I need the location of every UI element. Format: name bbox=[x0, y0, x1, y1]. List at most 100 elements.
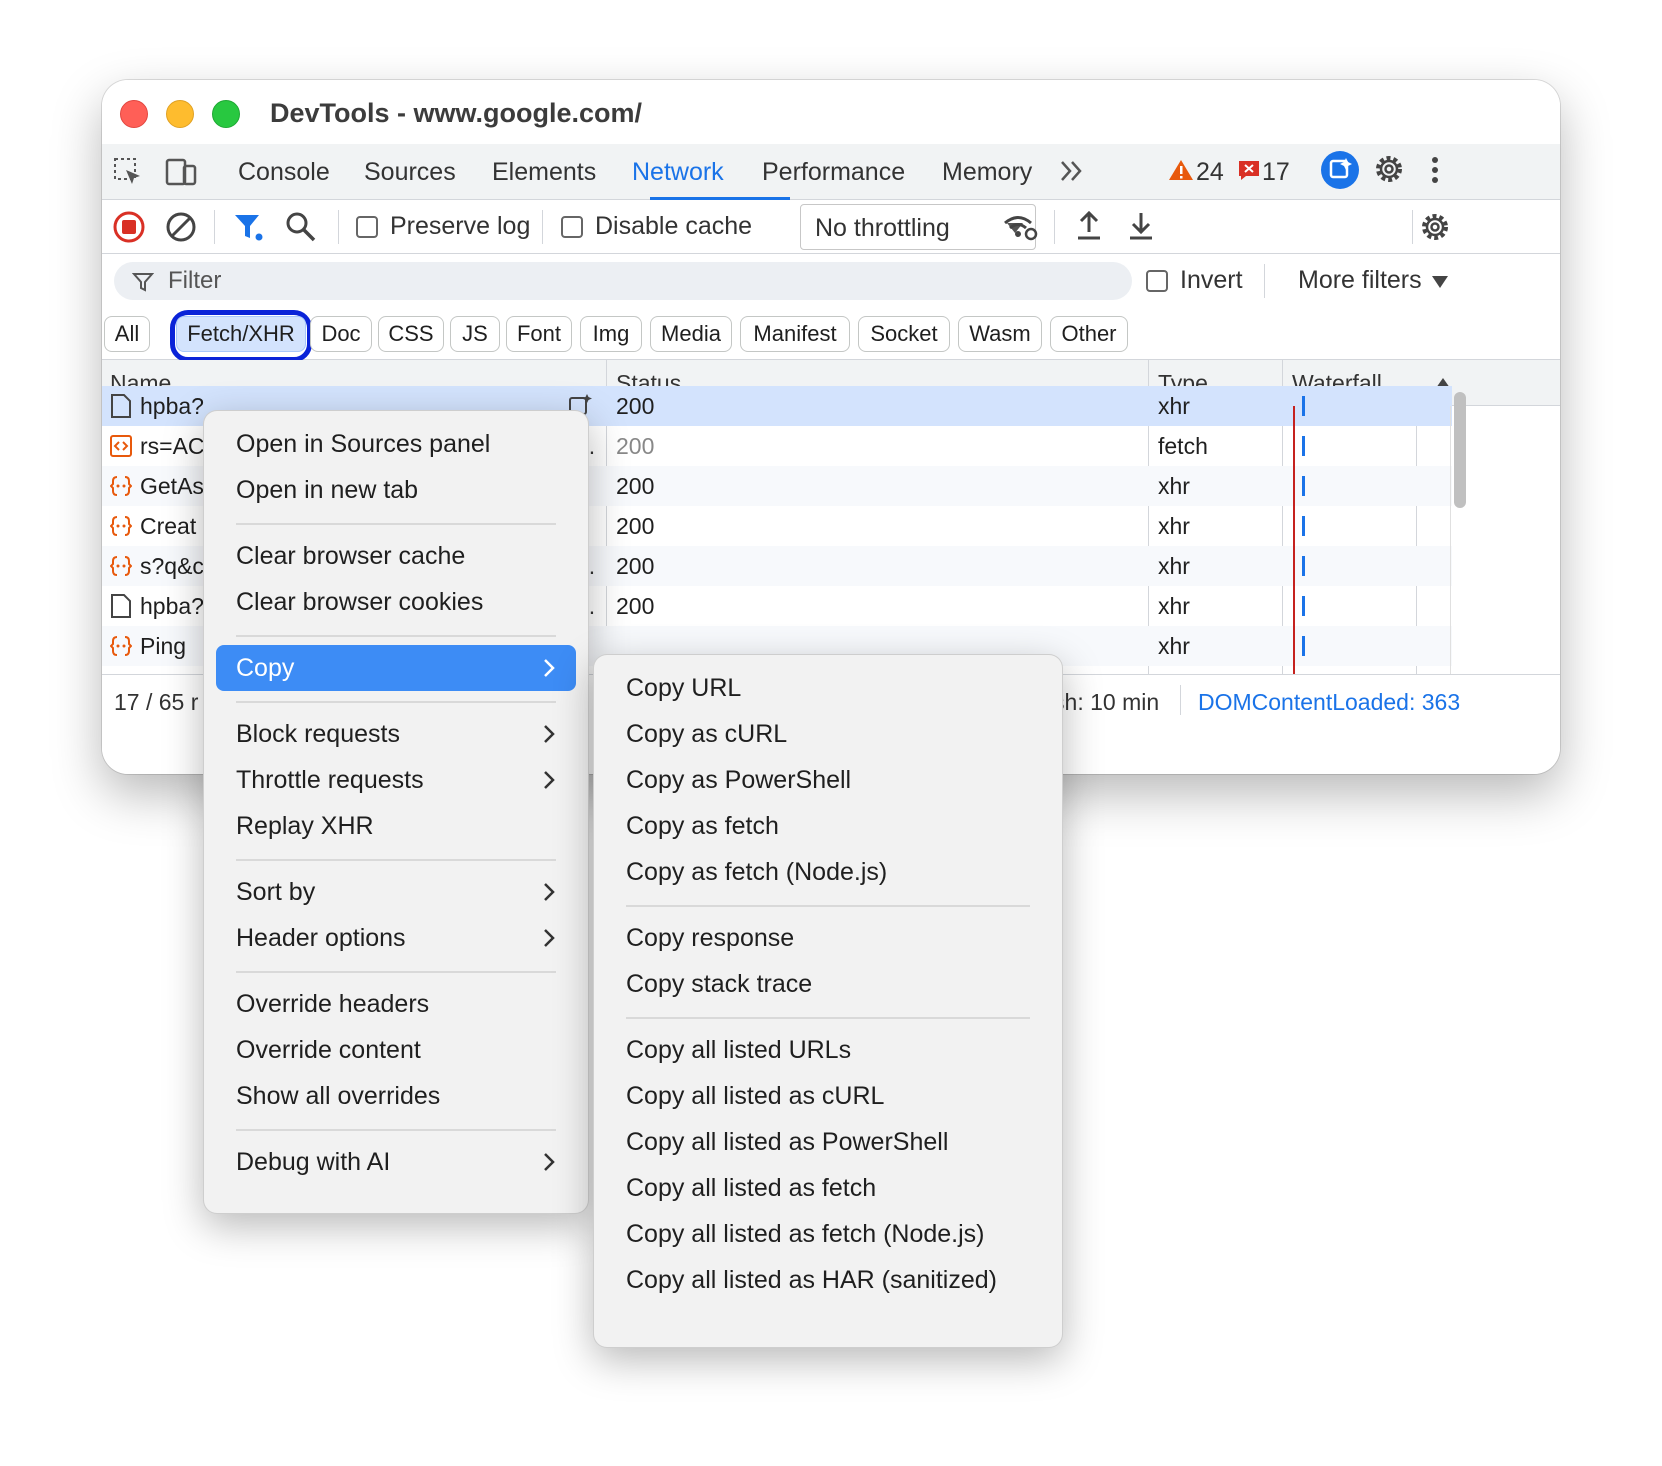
request-type: fetch bbox=[1158, 433, 1208, 459]
more-filters-button[interactable]: More filters bbox=[1298, 266, 1422, 295]
network-conditions-wifi-icon[interactable] bbox=[1002, 212, 1038, 242]
preserve-log-label[interactable]: Preserve log bbox=[390, 212, 530, 241]
chip-img[interactable]: Img bbox=[580, 316, 642, 352]
request-type: xhr bbox=[1158, 633, 1190, 659]
menu-item-debug-with-ai[interactable]: Debug with AI bbox=[216, 1139, 576, 1185]
chip-other[interactable]: Other bbox=[1050, 316, 1128, 352]
title-bar: DevTools - www.google.com/ bbox=[102, 80, 1560, 144]
chip-all[interactable]: All bbox=[104, 316, 150, 352]
tab-sources[interactable]: Sources bbox=[364, 158, 456, 187]
menu-item-copy-all-listed-as-curl[interactable]: Copy all listed as cURL bbox=[606, 1073, 1050, 1119]
menu-item-header-options[interactable]: Header options bbox=[216, 915, 576, 961]
search-icon[interactable] bbox=[284, 210, 318, 244]
minimize-window-button[interactable] bbox=[166, 100, 194, 128]
menu-item-open-in-sources-panel[interactable]: Open in Sources panel bbox=[216, 421, 576, 467]
menu-item-open-in-new-tab[interactable]: Open in new tab bbox=[216, 467, 576, 513]
menu-item-copy-all-listed-as-har-sanitized[interactable]: Copy all listed as HAR (sanitized) bbox=[606, 1257, 1050, 1303]
invert-label[interactable]: Invert bbox=[1180, 266, 1243, 295]
chip-fetch-xhr[interactable]: Fetch/XHR bbox=[176, 316, 306, 352]
menu-item-copy-all-listed-as-fetch-nodejs[interactable]: Copy all listed as fetch (Node.js) bbox=[606, 1211, 1050, 1257]
menu-item-copy-all-listed-as-powershell[interactable]: Copy all listed as PowerShell bbox=[606, 1119, 1050, 1165]
chip-wasm[interactable]: Wasm bbox=[958, 316, 1042, 352]
request-type: xhr bbox=[1158, 513, 1190, 539]
menu-separator bbox=[236, 971, 556, 973]
more-filters-dropdown-icon[interactable] bbox=[1432, 276, 1448, 288]
tab-memory[interactable]: Memory bbox=[942, 158, 1032, 187]
request-status: 200 bbox=[616, 393, 655, 419]
preserve-log-checkbox[interactable] bbox=[356, 216, 378, 238]
error-count[interactable]: 17 bbox=[1262, 158, 1290, 187]
disable-cache-checkbox[interactable] bbox=[561, 216, 583, 238]
chip-css[interactable]: CSS bbox=[378, 316, 444, 352]
menu-item-copy-all-listed-urls[interactable]: Copy all listed URLs bbox=[606, 1027, 1050, 1073]
request-name: hpba? bbox=[140, 593, 204, 619]
ai-assistance-icon[interactable] bbox=[1320, 150, 1360, 190]
settings-gear-icon[interactable] bbox=[1372, 152, 1406, 186]
zoom-window-button[interactable] bbox=[212, 100, 240, 128]
menu-item-override-headers[interactable]: Override headers bbox=[216, 981, 576, 1027]
menu-item-copy-as-fetch-nodejs[interactable]: Copy as fetch (Node.js) bbox=[606, 849, 1050, 895]
filter-placeholder: Filter bbox=[168, 267, 222, 294]
menu-separator bbox=[236, 635, 556, 637]
close-window-button[interactable] bbox=[120, 100, 148, 128]
tab-network[interactable]: Network bbox=[632, 158, 724, 187]
menu-item-copy[interactable]: Copy bbox=[216, 645, 576, 691]
scrollbar-thumb[interactable] bbox=[1454, 392, 1466, 508]
chip-js[interactable]: JS bbox=[450, 316, 500, 352]
chip-doc[interactable]: Doc bbox=[310, 316, 372, 352]
request-name: GetAs bbox=[140, 473, 204, 499]
chip-font[interactable]: Font bbox=[506, 316, 572, 352]
menu-item-sort-by[interactable]: Sort by bbox=[216, 869, 576, 915]
menu-item-copy-url[interactable]: Copy URL bbox=[606, 665, 1050, 711]
submenu-arrow-icon bbox=[544, 883, 555, 901]
menu-item-show-all-overrides[interactable]: Show all overrides bbox=[216, 1073, 576, 1119]
menu-separator bbox=[236, 701, 556, 703]
filter-funnel-icon[interactable] bbox=[232, 210, 266, 244]
request-type: xhr bbox=[1158, 473, 1190, 499]
stop-recording-icon[interactable] bbox=[112, 210, 146, 244]
filter-bar: Filter Invert More filters bbox=[102, 254, 1560, 306]
tab-elements[interactable]: Elements bbox=[492, 158, 596, 187]
window-title: DevTools - www.google.com/ bbox=[270, 98, 643, 128]
json-icon bbox=[110, 476, 132, 496]
export-har-download-icon[interactable] bbox=[1126, 210, 1156, 242]
submenu-arrow-icon bbox=[544, 929, 555, 947]
tab-console[interactable]: Console bbox=[238, 158, 330, 187]
chip-socket[interactable]: Socket bbox=[858, 316, 950, 352]
request-name: Ping bbox=[140, 633, 187, 659]
menu-item-replay-xhr[interactable]: Replay XHR bbox=[216, 803, 576, 849]
inspect-element-icon[interactable] bbox=[112, 156, 144, 188]
json-icon bbox=[110, 516, 132, 536]
menu-item-clear-browser-cache[interactable]: Clear browser cache bbox=[216, 533, 576, 579]
filter-input[interactable]: Filter bbox=[114, 262, 1132, 300]
menu-item-copy-as-fetch[interactable]: Copy as fetch bbox=[606, 803, 1050, 849]
menu-item-copy-response[interactable]: Copy response bbox=[606, 915, 1050, 961]
warning-count[interactable]: 24 bbox=[1196, 158, 1224, 187]
menu-item-override-content[interactable]: Override content bbox=[216, 1027, 576, 1073]
clear-log-icon[interactable] bbox=[164, 210, 198, 244]
import-har-upload-icon[interactable] bbox=[1074, 210, 1104, 242]
menu-item-copy-stack-trace[interactable]: Copy stack trace bbox=[606, 961, 1050, 1007]
more-options-kebab-icon[interactable] bbox=[1428, 154, 1442, 186]
waterfall-bar bbox=[1302, 556, 1305, 576]
menu-item-throttle-requests[interactable]: Throttle requests bbox=[216, 757, 576, 803]
waterfall-bar bbox=[1302, 516, 1305, 536]
invert-checkbox[interactable] bbox=[1146, 270, 1168, 292]
chip-manifest[interactable]: Manifest bbox=[740, 316, 850, 352]
request-name: s?q&c bbox=[140, 553, 204, 579]
menu-item-block-requests[interactable]: Block requests bbox=[216, 711, 576, 757]
device-toolbar-icon[interactable] bbox=[164, 156, 198, 188]
disable-cache-label[interactable]: Disable cache bbox=[595, 212, 752, 241]
submenu-arrow-icon bbox=[544, 1153, 555, 1171]
menu-item-copy-all-listed-as-fetch[interactable]: Copy all listed as fetch bbox=[606, 1165, 1050, 1211]
request-name: rs=AC bbox=[140, 433, 205, 459]
network-settings-gear-icon[interactable] bbox=[1418, 210, 1452, 244]
network-toolbar: Preserve log Disable cache No throttling bbox=[102, 200, 1560, 254]
tab-performance[interactable]: Performance bbox=[762, 158, 905, 187]
menu-item-clear-browser-cookies[interactable]: Clear browser cookies bbox=[216, 579, 576, 625]
more-tabs-chevron-icon[interactable] bbox=[1058, 158, 1086, 184]
menu-item-copy-as-curl[interactable]: Copy as cURL bbox=[606, 711, 1050, 757]
menu-item-copy-as-powershell[interactable]: Copy as PowerShell bbox=[606, 757, 1050, 803]
throttling-select[interactable]: No throttling bbox=[800, 204, 1036, 250]
chip-media[interactable]: Media bbox=[650, 316, 732, 352]
